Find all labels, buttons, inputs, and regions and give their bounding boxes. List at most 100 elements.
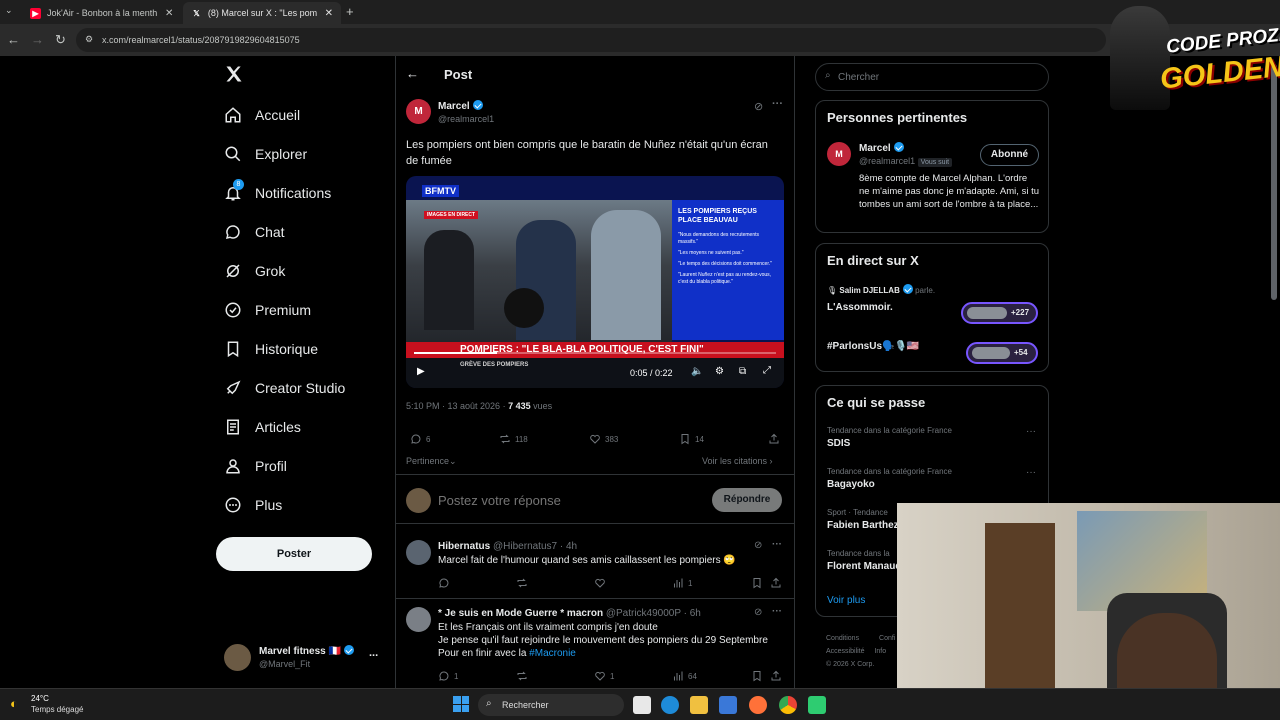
edge-icon[interactable] — [661, 696, 679, 714]
author-name[interactable]: Marcel — [438, 101, 470, 112]
pip-icon[interactable]: ⧉ — [739, 366, 746, 377]
start-icon[interactable] — [453, 696, 469, 712]
more-options-icon[interactable]: ··· — [1026, 426, 1036, 437]
x-logo-icon[interactable] — [224, 64, 244, 86]
account-switcher[interactable]: Marvel fitness 🇫🇷 @Marvel_Fit ... — [224, 644, 384, 676]
more-options-icon[interactable]: ··· — [1026, 467, 1036, 478]
trend-name[interactable]: Bagayoko — [827, 479, 875, 490]
share-button[interactable] — [770, 577, 786, 589]
taskbar-search[interactable]: ⌕ Rechercher — [478, 694, 624, 716]
live-host[interactable]: Salim DJELLAB — [839, 286, 899, 295]
app-icon[interactable] — [808, 696, 826, 714]
reply-handle[interactable]: @Hibernatus7 — [493, 541, 557, 552]
repost-button[interactable] — [516, 670, 532, 682]
view-quotes-link[interactable]: Voir les citations › — [702, 456, 773, 466]
more-options-icon[interactable]: ··· — [772, 539, 782, 550]
share-button[interactable] — [770, 670, 786, 682]
nav-item-grok[interactable]: Grok — [224, 256, 285, 286]
post-button[interactable]: Poster — [216, 537, 372, 571]
bookmark-button[interactable] — [751, 577, 767, 589]
reply-handle[interactable]: @Patrick49000P — [606, 608, 681, 619]
space-name[interactable]: #ParlonsUs🗣️🎙️🇺🇸 — [827, 341, 919, 352]
back-arrow-icon[interactable]: ← — [406, 66, 419, 81]
bookmark-button[interactable] — [751, 670, 767, 682]
chrome-icon[interactable] — [779, 696, 797, 714]
reply-tweet[interactable]: Hibernatus @Hibernatus7 · 4h ⊘ ··· Marce… — [396, 534, 794, 599]
hashtag-link[interactable]: #Macronie — [529, 648, 576, 659]
close-tab-icon[interactable]: ✕ — [325, 8, 333, 19]
store-icon[interactable] — [719, 696, 737, 714]
nav-item-historique[interactable]: Historique — [224, 334, 318, 364]
space-name[interactable]: L'Assommoir. — [827, 302, 893, 313]
person-name[interactable]: Marcel — [859, 143, 891, 154]
nav-item-accueil[interactable]: Accueil — [224, 100, 300, 130]
grok-icon[interactable]: ⊘ — [754, 540, 762, 551]
nav-item-plus[interactable]: Plus — [224, 490, 282, 520]
relevance-dropdown[interactable]: Pertinence⌄ — [406, 456, 457, 467]
footer-link[interactable]: Confi — [879, 635, 895, 642]
browser-tab-active[interactable]: 𝕏 (8) Marcel sur X : "Les pompiers ✕ — [183, 2, 341, 24]
reply-time[interactable]: · 4h — [560, 541, 577, 552]
avatar[interactable] — [406, 540, 431, 565]
nav-item-chat[interactable]: Chat — [224, 217, 285, 247]
reply-submit-button[interactable]: Répondre — [712, 488, 782, 512]
views-button[interactable]: 1 — [672, 577, 692, 589]
new-tab-button[interactable]: + — [346, 4, 354, 19]
forward-icon[interactable]: → — [31, 32, 44, 47]
reload-icon[interactable]: ↻ — [55, 32, 66, 48]
like-button[interactable]: 383 — [589, 433, 618, 445]
file-explorer-icon[interactable] — [690, 696, 708, 714]
author-avatar[interactable]: M — [406, 99, 431, 124]
nav-item-explorer[interactable]: Explorer — [224, 139, 307, 169]
site-settings-icon[interactable]: ⚙ — [85, 34, 93, 45]
reply-tweet[interactable]: * Je suis en Mode Guerre * macron @Patri… — [396, 601, 794, 688]
search-box[interactable]: ⌕ Chercher — [815, 63, 1049, 91]
grok-icon[interactable]: ⊘ — [754, 607, 762, 618]
reply-button[interactable]: 1 — [438, 670, 458, 682]
more-options-icon[interactable]: ··· — [772, 98, 783, 110]
reply-button[interactable] — [438, 577, 454, 589]
reply-button[interactable]: 6 — [410, 433, 430, 445]
trend-name[interactable]: SDIS — [827, 438, 850, 449]
more-icon[interactable]: ... — [369, 647, 378, 659]
settings-icon[interactable]: ⚙ — [715, 366, 724, 377]
reply-input[interactable] — [438, 490, 698, 510]
reply-author[interactable]: Hibernatus — [438, 541, 490, 552]
nav-item-notifications[interactable]: 8 Notifications — [224, 178, 331, 208]
like-button[interactable]: 1 — [594, 670, 614, 682]
tab-menu-icon[interactable]: ⌄ — [5, 5, 13, 16]
avatar[interactable] — [406, 607, 431, 632]
address-bar[interactable]: ⚙ x.com/realmarcel1/status/2087919829604… — [76, 28, 1106, 52]
post-timestamp[interactable]: 5:10 PM · 13 août 2026 · — [406, 401, 506, 411]
author-handle[interactable]: @realmarcel1 — [438, 114, 494, 124]
nav-item-profil[interactable]: Profil — [224, 451, 287, 481]
nav-item-creator-studio[interactable]: Creator Studio — [224, 373, 345, 403]
browser-tab[interactable]: ▶ Jok'Air - Bonbon à la menthe Ft ✕ — [22, 2, 182, 24]
nav-item-premium[interactable]: Premium — [224, 295, 311, 325]
video-player[interactable]: BFMTV IMAGES EN DIRECT LES POMPIERS REÇU… — [406, 176, 784, 388]
repost-button[interactable] — [516, 577, 532, 589]
bookmark-button[interactable]: 14 — [679, 433, 704, 445]
views-button[interactable]: 64 — [672, 670, 697, 682]
task-view-icon[interactable] — [633, 696, 651, 714]
back-icon[interactable]: ← — [7, 32, 20, 47]
like-button[interactable] — [594, 577, 610, 589]
grok-icon[interactable]: ⊘ — [754, 100, 763, 113]
person-handle[interactable]: @realmarcel1 — [859, 156, 915, 166]
space-listeners[interactable]: +54 — [966, 342, 1038, 364]
close-tab-icon[interactable]: ✕ — [165, 8, 173, 19]
footer-link[interactable]: Conditions — [826, 635, 859, 642]
reply-time[interactable]: · 6h — [684, 608, 701, 619]
repost-button[interactable]: 118 — [499, 433, 528, 445]
follow-button[interactable]: Abonné — [980, 144, 1039, 166]
volume-icon[interactable]: 🔈 — [691, 366, 703, 377]
footer-link[interactable]: Info — [874, 648, 886, 655]
nav-item-articles[interactable]: Articles — [224, 412, 301, 442]
space-listeners[interactable]: +227 — [961, 302, 1038, 324]
video-progress[interactable] — [414, 352, 776, 354]
share-button[interactable] — [768, 433, 784, 445]
play-icon[interactable]: ▶ — [417, 366, 425, 377]
avatar[interactable]: M — [827, 142, 851, 166]
more-options-icon[interactable]: ··· — [772, 606, 782, 617]
firefox-icon[interactable] — [749, 696, 767, 714]
